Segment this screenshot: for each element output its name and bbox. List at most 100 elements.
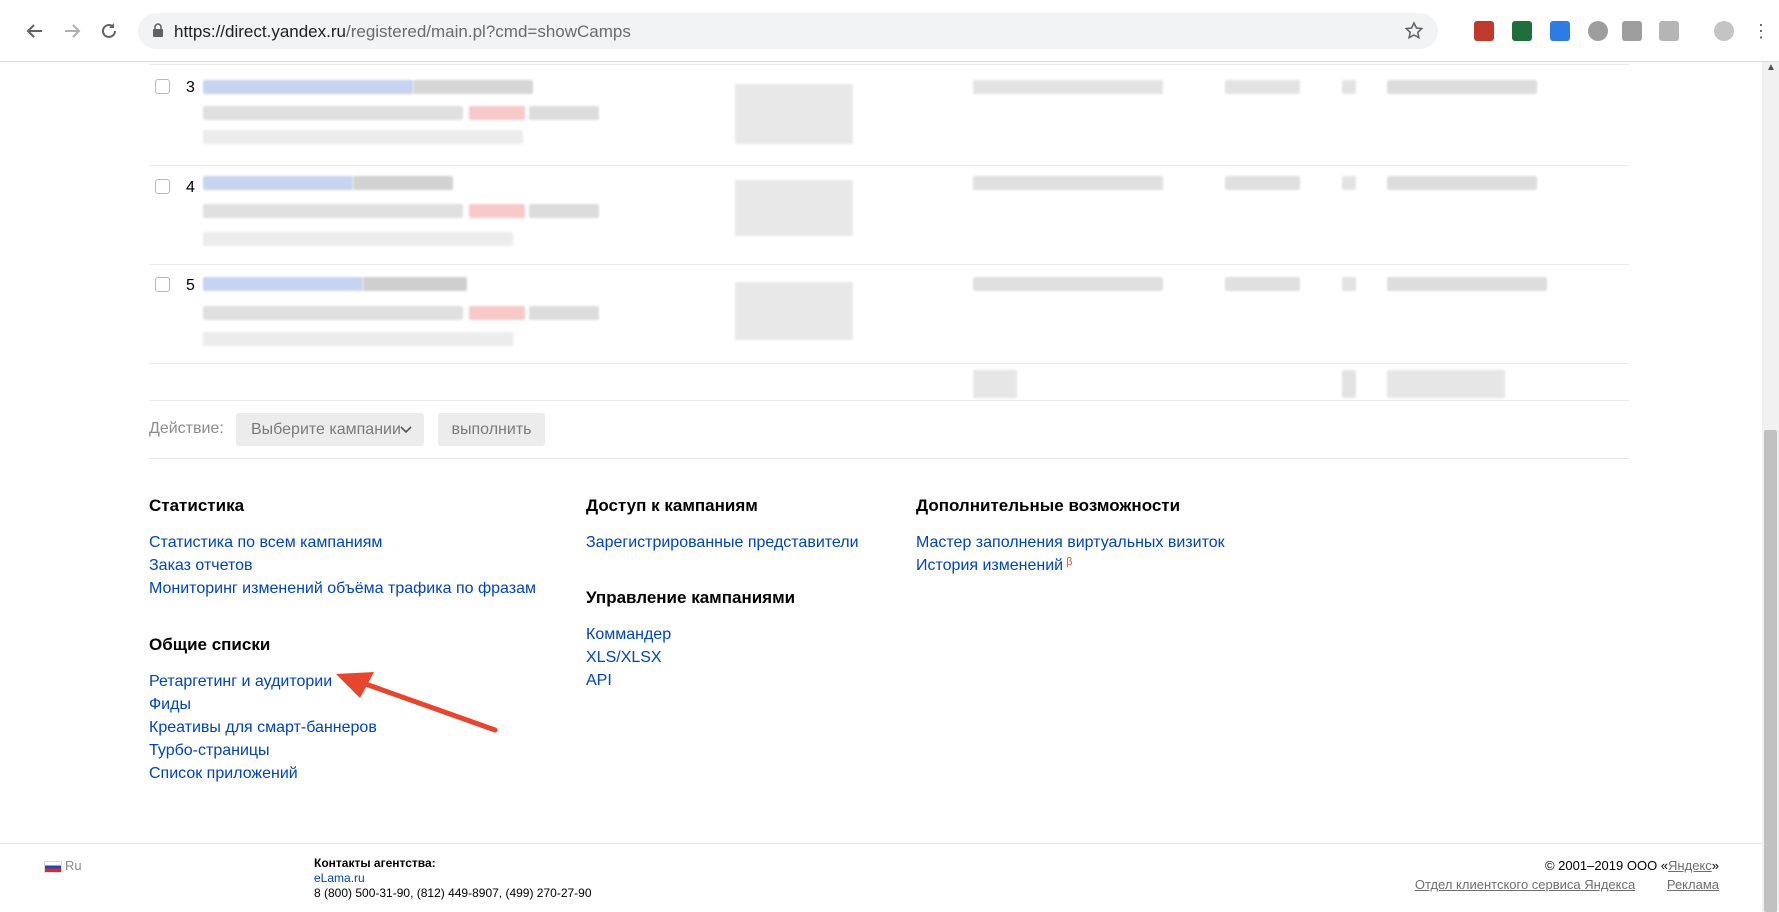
campaign-action-select[interactable]: Выберите кампании xyxy=(236,413,424,446)
campaign-detail-blurred xyxy=(203,232,513,246)
forward-arrow-icon xyxy=(65,24,81,38)
chevron-down-icon xyxy=(400,413,412,458)
back-arrow-icon xyxy=(26,24,42,38)
section-title: Дополнительные возможности xyxy=(916,496,1181,515)
green-extension-icon[interactable] xyxy=(1512,21,1532,41)
campaign-info-blurred xyxy=(413,80,533,94)
language-switcher[interactable]: Ru xyxy=(44,858,82,873)
campaign-status-blurred xyxy=(469,106,525,120)
scroll-up-arrow-icon[interactable]: ▲ xyxy=(1766,62,1776,73)
cell-blurred xyxy=(1387,80,1537,94)
row-checkbox[interactable] xyxy=(155,277,170,292)
row-number: 3 xyxy=(186,79,195,96)
campaign-detail-blurred xyxy=(529,306,599,320)
code-extension-icon[interactable] xyxy=(1622,21,1642,41)
scrollbar-thumb[interactable] xyxy=(1764,430,1777,912)
campaign-detail-blurred xyxy=(203,204,463,218)
campaign-name-blurred xyxy=(203,176,353,190)
campaign-status-blurred xyxy=(469,204,525,218)
cell-blurred xyxy=(1387,370,1505,398)
cell-blurred xyxy=(973,277,1163,291)
row-number: 5 xyxy=(186,277,195,294)
cell-blurred xyxy=(973,370,1017,398)
section-divider xyxy=(149,458,1629,459)
cell-blurred xyxy=(973,80,1163,94)
link-stats-all[interactable]: Статистика по всем кампаниям xyxy=(149,531,536,554)
campaign-detail-blurred xyxy=(203,306,463,320)
campaign-name-blurred xyxy=(203,80,413,94)
cell-blurred xyxy=(735,282,853,340)
back-button[interactable] xyxy=(22,18,48,44)
cell-blurred xyxy=(1225,277,1300,291)
action-label: Действие: xyxy=(149,420,224,437)
extra-section: Дополнительные возможности Мастер заполн… xyxy=(916,496,1225,577)
link-vcard-wizard[interactable]: Мастер заполнения виртуальных визиток xyxy=(916,531,1225,554)
campaign-detail-blurred xyxy=(203,332,513,346)
link-turbo-pages[interactable]: Турбо-страницы xyxy=(149,739,377,762)
section-title: Доступ к кампаниям xyxy=(586,496,758,515)
cell-blurred xyxy=(1387,176,1537,190)
campaign-info-blurred xyxy=(353,176,453,190)
database-extension-icon[interactable] xyxy=(1588,21,1608,41)
yandex-link[interactable]: Яндекс xyxy=(1668,858,1712,873)
link-api[interactable]: API xyxy=(586,669,795,692)
blue-extension-icon[interactable] xyxy=(1550,21,1570,41)
row-checkbox[interactable] xyxy=(155,79,170,94)
section-title: Статистика xyxy=(149,496,245,515)
address-bar[interactable]: https://direct.yandex.ru/registered/main… xyxy=(138,13,1438,49)
campaign-status-blurred xyxy=(469,306,525,320)
cell-blurred xyxy=(735,84,853,144)
campaign-detail-blurred xyxy=(203,130,523,144)
copyright: © 2001–2019 ООО «Яндекс» xyxy=(1544,858,1719,873)
browser-toolbar: https://direct.yandex.ru/registered/main… xyxy=(0,0,1779,62)
russia-flag-icon xyxy=(44,860,62,873)
link-traffic-monitoring[interactable]: Мониторинг изменений объёма трафика по ф… xyxy=(149,577,536,600)
cell-blurred xyxy=(1225,176,1300,190)
profile-avatar-icon[interactable] xyxy=(1714,21,1734,41)
row-checkbox[interactable] xyxy=(155,179,170,194)
run-button[interactable]: выполнить xyxy=(438,413,545,446)
reload-icon xyxy=(102,23,116,38)
link-change-history[interactable]: История изменений β xyxy=(916,554,1225,577)
bookmark-star-icon[interactable] xyxy=(1404,21,1424,41)
stats-section: Статистика Статистика по всем кампаниям … xyxy=(149,496,536,600)
campaign-info-blurred xyxy=(363,277,467,291)
pdf-extension-icon[interactable] xyxy=(1474,21,1494,41)
footer-divider xyxy=(0,843,1762,844)
section-title: Общие списки xyxy=(149,635,271,654)
select-value: Выберите кампании xyxy=(251,421,401,438)
manage-section: Управление кампаниями Коммандер XLS/XLSX… xyxy=(586,588,795,692)
row-divider xyxy=(149,363,1629,364)
campaigns-table: 3 4 5 xyxy=(149,62,1629,402)
cell-blurred xyxy=(1342,80,1356,94)
annotation-arrow-icon xyxy=(336,672,498,733)
campaign-name-blurred xyxy=(203,277,363,291)
contacts-title: Контакты агентства: xyxy=(314,856,436,870)
cell-blurred xyxy=(1342,176,1356,190)
link-order-reports[interactable]: Заказ отчетов xyxy=(149,554,536,577)
link-client-service[interactable]: Отдел клиентского сервиса Яндекса xyxy=(1415,877,1635,892)
cell-blurred xyxy=(1342,277,1356,291)
link-commander[interactable]: Коммандер xyxy=(586,623,795,646)
menu-kebab-icon[interactable]: ⋮ xyxy=(1752,21,1770,41)
wu-extension-icon[interactable] xyxy=(1659,21,1679,41)
agency-contacts: Контакты агентства: eLama.ru 8 (800) 500… xyxy=(314,856,592,901)
cell-blurred xyxy=(1225,80,1300,94)
reload-button[interactable] xyxy=(96,18,122,44)
link-xls[interactable]: XLS/XLSX xyxy=(586,646,795,669)
link-app-list[interactable]: Список приложений xyxy=(149,762,377,785)
row-divider xyxy=(149,400,1629,401)
link-advertising[interactable]: Реклама xyxy=(1667,877,1719,892)
cell-blurred xyxy=(1387,277,1547,291)
cell-blurred xyxy=(973,176,1163,190)
section-title: Управление кампаниями xyxy=(586,588,796,607)
contacts-phones: 8 (800) 500-31-90, (812) 449-8907, (499)… xyxy=(314,886,592,900)
cell-blurred xyxy=(735,180,853,236)
link-representatives[interactable]: Зарегистрированные представители xyxy=(586,531,859,554)
contacts-site-link[interactable]: eLama.ru xyxy=(314,871,592,886)
campaign-detail-blurred xyxy=(529,106,599,120)
campaign-detail-blurred xyxy=(529,204,599,218)
beta-badge: β xyxy=(1066,556,1073,568)
forward-button[interactable] xyxy=(59,18,85,44)
row-divider xyxy=(149,165,1629,166)
